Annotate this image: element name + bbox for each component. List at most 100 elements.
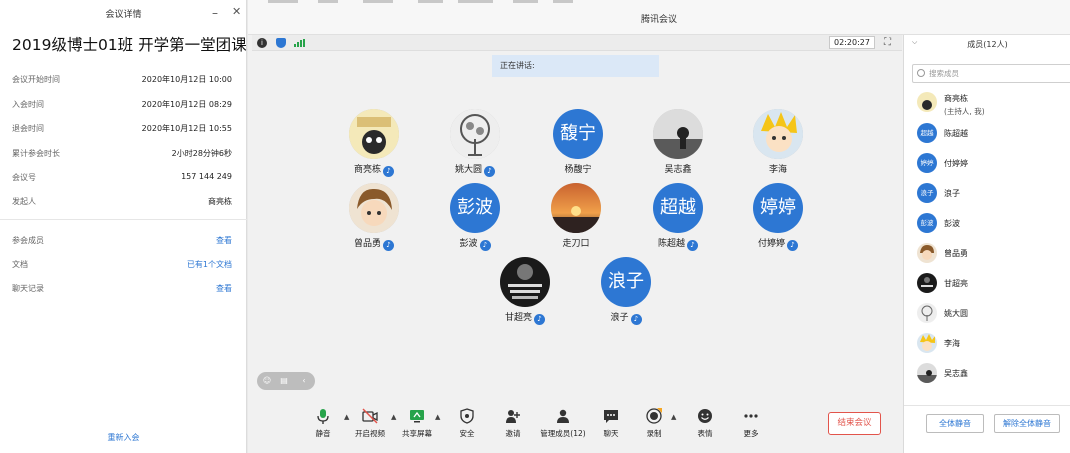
- info-value: 商亮栋: [208, 197, 232, 206]
- fullscreen-icon[interactable]: ⛶: [884, 37, 891, 48]
- avatar: [349, 183, 399, 233]
- record-icon: [646, 408, 662, 424]
- divider: [0, 219, 247, 220]
- meeting-details-window: 会议详情 – ✕ 2019级博士01班 开学第一堂团课 会议开始时间 2020年…: [0, 0, 247, 453]
- participant-tile[interactable]: 浪子 浪子 ♪: [586, 257, 666, 327]
- chevron-left-icon[interactable]: ‹: [299, 376, 309, 386]
- mic-icon: ♪: [630, 314, 642, 325]
- member-item[interactable]: 吴志鑫: [917, 363, 1067, 385]
- avatar: 婷婷: [917, 153, 937, 173]
- reactions-button[interactable]: 表情: [681, 408, 729, 448]
- member-name: 姚大圆: [944, 309, 968, 318]
- minimize-button[interactable]: –: [212, 6, 224, 20]
- member-search-input[interactable]: 搜索成员: [912, 64, 1070, 83]
- users-icon: [557, 409, 569, 423]
- avatar: [653, 109, 703, 159]
- avatar: [500, 257, 550, 307]
- participant-tile[interactable]: 走刀口: [536, 183, 616, 253]
- rejoin-button[interactable]: 重新入会: [0, 432, 247, 443]
- video-button[interactable]: 开启视频: [346, 408, 394, 448]
- info-label: 聊天记录: [12, 284, 44, 293]
- invite-button[interactable]: 邀请: [489, 408, 537, 448]
- avatar: 超越: [917, 123, 937, 143]
- member-item[interactable]: 彭波 彭波: [917, 213, 1067, 235]
- participant-tile[interactable]: 甘超亮 ♪: [485, 257, 565, 327]
- members-footer: 全体静音 解除全体静音: [904, 405, 1070, 453]
- participant-tile[interactable]: 婷婷 付婷婷 ♪: [738, 183, 818, 253]
- participant-tile[interactable]: 超越 陈超越 ♪: [638, 183, 718, 253]
- info-row-join: 入会时间 2020年10月12日 08:29: [12, 99, 232, 113]
- member-item[interactable]: 李海: [917, 333, 1067, 355]
- avatar: [917, 243, 937, 263]
- info-row-members: 参会成员 查看: [12, 235, 232, 249]
- avatar: [917, 333, 937, 353]
- share-screen-button[interactable]: 共享屏幕: [393, 408, 441, 448]
- member-item[interactable]: 商亮栋 (主持人, 我): [917, 92, 1067, 116]
- participant-tile[interactable]: 曾品勇 ♪: [334, 183, 414, 253]
- end-meeting-button[interactable]: 结束会议: [828, 412, 881, 435]
- participant-tile[interactable]: 商亮栋 ♪: [334, 109, 414, 179]
- participant-name: 浪子 ♪: [586, 310, 666, 325]
- avatar: [551, 183, 601, 233]
- avatar: [917, 92, 937, 112]
- search-icon: [917, 69, 925, 77]
- avatar: [917, 363, 937, 383]
- member-item[interactable]: 婷婷 付婷婷: [917, 153, 1067, 175]
- participant-tile[interactable]: 李海: [738, 109, 818, 179]
- participant-name: 陈超越 ♪: [638, 236, 718, 251]
- info-label: 文档: [12, 260, 28, 269]
- chat-quickbar: ☺ ▤ ‹: [257, 372, 315, 390]
- avatar: 浪子: [917, 183, 937, 203]
- info-row-host: 发起人 商亮栋: [12, 196, 232, 210]
- unmute-all-button[interactable]: 解除全体静音: [994, 414, 1060, 433]
- background-window-peek: [248, 0, 608, 5]
- chat-bubble-icon[interactable]: ▤: [279, 376, 289, 386]
- member-item[interactable]: 超越 陈超越: [917, 123, 1067, 145]
- more-button[interactable]: 更多: [727, 408, 775, 448]
- member-item[interactable]: 浪子 浪子: [917, 183, 1067, 205]
- participant-tile[interactable]: 吴志鑫: [638, 109, 718, 179]
- member-item[interactable]: 甘超亮: [917, 273, 1067, 295]
- emoji-icon[interactable]: ☺: [262, 376, 272, 386]
- member-item[interactable]: 曾品勇: [917, 243, 1067, 265]
- participant-name: 姚大圆 ♪: [435, 162, 515, 177]
- avatar: 馥宁: [553, 109, 603, 159]
- mute-button[interactable]: 静音: [299, 408, 347, 448]
- chat-button[interactable]: 聊天: [587, 408, 635, 448]
- details-window-title: 会议详情: [105, 10, 142, 20]
- signal-icon[interactable]: [294, 39, 306, 47]
- participant-tile[interactable]: 彭波 彭波 ♪: [435, 183, 515, 253]
- avatar: 婷婷: [753, 183, 803, 233]
- view-members-link[interactable]: 查看: [216, 235, 232, 246]
- participant-tile[interactable]: 馥宁 杨馥宁: [538, 109, 618, 179]
- avatar: [753, 109, 803, 159]
- members-title: 成员(12人): [967, 40, 1008, 49]
- member-name: 彭波: [944, 219, 960, 228]
- member-role: (主持人, 我): [944, 107, 985, 116]
- view-chat-link[interactable]: 查看: [216, 283, 232, 294]
- manage-members-button[interactable]: 管理成员(12): [538, 408, 588, 448]
- security-button[interactable]: 安全: [443, 408, 491, 448]
- documents-link[interactable]: 已有1个文档: [187, 259, 232, 270]
- smiley-icon: [698, 409, 712, 423]
- mic-icon: ♪: [383, 166, 394, 177]
- info-icon[interactable]: i: [257, 38, 267, 48]
- info-row-duration: 累计参会时长 2小时28分钟6秒: [12, 148, 232, 162]
- close-icon[interactable]: ✕: [232, 5, 244, 19]
- member-item[interactable]: 姚大圆: [917, 303, 1067, 325]
- avatar: 彭波: [917, 213, 937, 233]
- member-name: 陈超越: [944, 129, 968, 138]
- shield-icon[interactable]: [276, 38, 286, 48]
- avatar: [917, 273, 937, 293]
- chevron-up-icon[interactable]: ▲: [671, 413, 676, 421]
- info-row-meeting-id: 会议号 157 144 249: [12, 172, 232, 186]
- info-label: 退会时间: [12, 124, 44, 133]
- info-label: 累计参会时长: [12, 149, 60, 158]
- chevron-up-icon[interactable]: ▲: [435, 413, 440, 421]
- mute-all-button[interactable]: 全体静音: [926, 414, 984, 433]
- meeting-titlebar: 腾讯会议: [248, 0, 1070, 35]
- search-placeholder: 搜索成员: [929, 69, 959, 78]
- participant-name: 彭波 ♪: [435, 236, 515, 251]
- participant-name: 杨馥宁: [564, 165, 592, 175]
- participant-tile[interactable]: 姚大圆 ♪: [435, 109, 515, 179]
